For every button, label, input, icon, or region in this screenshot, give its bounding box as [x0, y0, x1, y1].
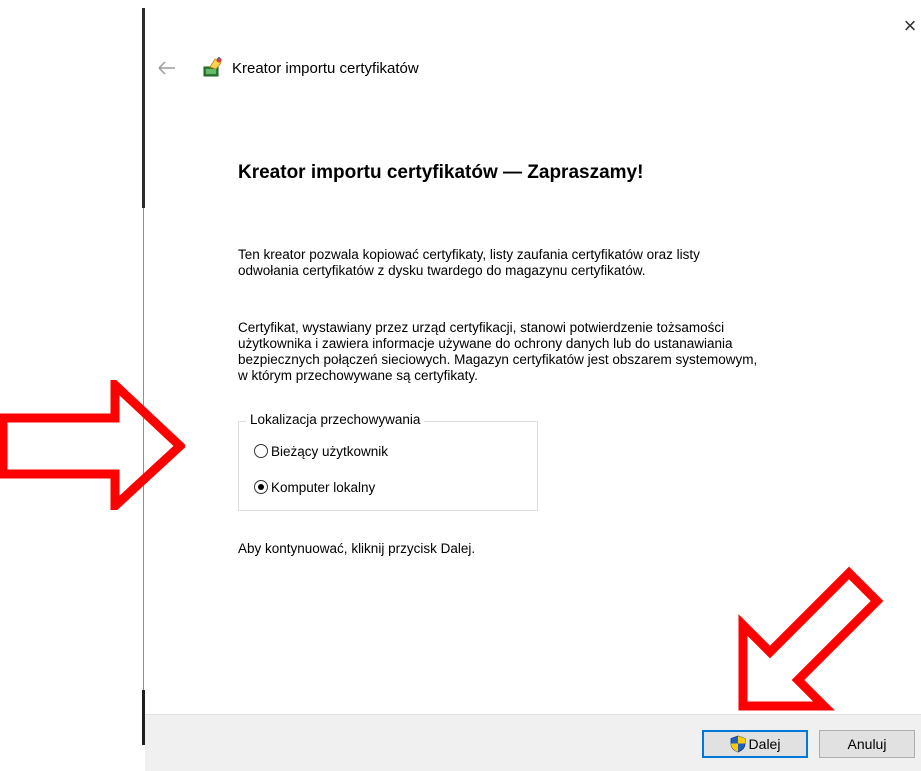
window-left-edge	[142, 8, 145, 208]
cancel-button-label: Anuluj	[847, 736, 887, 752]
close-icon[interactable]: ×	[898, 14, 921, 38]
intro-line: Ten kreator pozwala kopiować certyfikaty…	[238, 247, 700, 262]
certificate-wizard-icon	[201, 55, 225, 79]
certificate-import-wizard-screenshot: × Kreator importu certyfikatów Kreator i…	[0, 0, 921, 771]
radio-button-checked[interactable]	[254, 480, 268, 494]
next-button[interactable]: Dalej	[702, 730, 808, 758]
window-title: Kreator importu certyfikatów	[232, 60, 419, 77]
continue-hint: Aby kontynuować, kliknij przycisk Dalej.	[238, 541, 476, 556]
description-line: w którym przechowywane są certyfikaty.	[238, 368, 478, 383]
radio-current-user[interactable]: Bieżący użytkownik	[254, 441, 388, 461]
description-line: bezpiecznych połączeń sieciowych. Magazy…	[238, 352, 758, 367]
radio-local-machine[interactable]: Komputer lokalny	[254, 477, 375, 497]
store-location-legend: Lokalizacja przechowywania	[246, 412, 425, 427]
annotation-arrow-down-left-icon	[738, 566, 884, 711]
intro-paragraph: Ten kreator pozwala kopiować certyfikaty…	[238, 247, 700, 279]
radio-button-unchecked[interactable]	[254, 444, 268, 458]
description-line: Certyfikat, wystawiany przez urząd certy…	[238, 320, 725, 335]
back-arrow-icon[interactable]	[155, 58, 179, 78]
radio-label: Komputer lokalny	[271, 479, 376, 495]
window-left-border	[143, 208, 144, 743]
store-location-groupbox	[238, 421, 538, 511]
next-button-label: Dalej	[748, 736, 781, 752]
annotation-arrow-right-icon	[0, 380, 185, 510]
radio-label: Bieżący użytkownik	[271, 443, 389, 459]
intro-line: odwołania certyfikatów z dysku twardego …	[238, 263, 646, 278]
uac-shield-icon	[730, 735, 745, 753]
page-title: Kreator importu certyfikatów — Zapraszam…	[238, 162, 644, 183]
cancel-button[interactable]: Anuluj	[819, 730, 915, 758]
certificate-description-paragraph: Certyfikat, wystawiany przez urząd certy…	[238, 320, 757, 384]
description-line: użytkownika i zawiera informacje używane…	[238, 336, 733, 351]
